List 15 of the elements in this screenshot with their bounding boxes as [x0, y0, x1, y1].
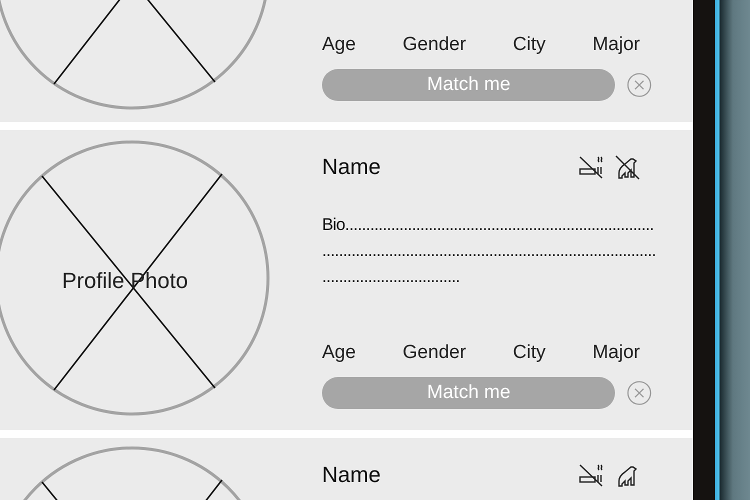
- field-label: City: [512, 32, 546, 56]
- field-label: Gender: [402, 32, 466, 56]
- match-button[interactable]: Match me: [322, 377, 616, 409]
- field-label: City: [512, 340, 546, 364]
- close-icon[interactable]: [627, 380, 652, 406]
- profile-name: Name: [322, 153, 381, 181]
- field-label: Major: [592, 340, 640, 364]
- close-icon[interactable]: [627, 72, 652, 98]
- field-label: Age: [322, 32, 356, 56]
- field-label: Major: [592, 32, 640, 56]
- match-button[interactable]: Match me: [322, 69, 616, 101]
- field-label: Gender: [402, 340, 466, 364]
- profile-name: Name: [322, 461, 381, 489]
- bio-text: Bio...........................................................................................................................................................................................: [322, 214, 657, 288]
- field-label: Age: [322, 340, 356, 364]
